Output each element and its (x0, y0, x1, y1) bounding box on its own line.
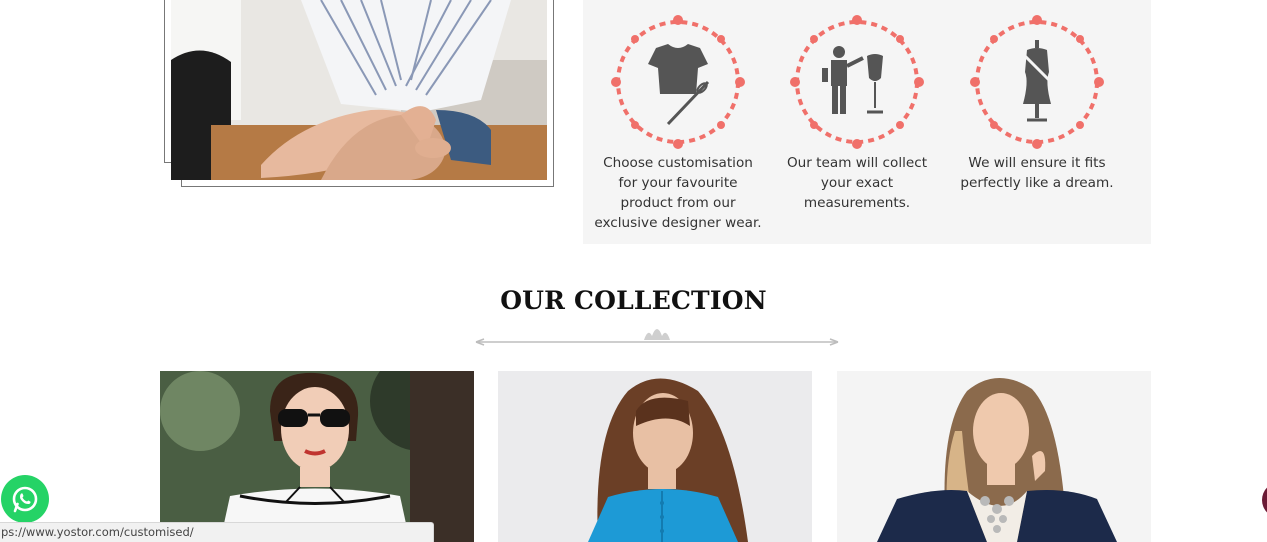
tailor-mannequin-icon (790, 15, 924, 149)
customisation-steps-panel: Choose customisation for your favourite … (583, 0, 1151, 244)
whatsapp-icon (12, 486, 38, 513)
step-measure: Our team will collect your exact measure… (767, 12, 947, 213)
tshirt-needle-icon (611, 15, 745, 149)
step-fit-text: We will ensure it fits perfectly like a … (960, 155, 1114, 191)
title-divider-ornament (475, 329, 839, 346)
product-card[interactable] (837, 371, 1151, 542)
product-image (498, 371, 812, 542)
hero-image (171, 0, 547, 180)
product-image (160, 371, 474, 542)
dress-form-icon (970, 15, 1104, 149)
product-image (837, 371, 1151, 542)
status-bar-url: ps://www.yostor.com/customised/ (0, 522, 434, 542)
step-choose: Choose customisation for your favourite … (588, 12, 768, 233)
collection-title: OUR COLLECTION (500, 286, 767, 315)
step-choose-text: Choose customisation for your favourite … (594, 155, 762, 231)
product-card[interactable] (498, 371, 812, 542)
whatsapp-chat-button[interactable] (1, 475, 49, 523)
step-measure-text: Our team will collect your exact measure… (786, 155, 928, 211)
step-fit: We will ensure it fits perfectly like a … (947, 12, 1127, 193)
side-widget-tab[interactable] (1262, 482, 1267, 518)
product-card[interactable] (160, 371, 474, 542)
